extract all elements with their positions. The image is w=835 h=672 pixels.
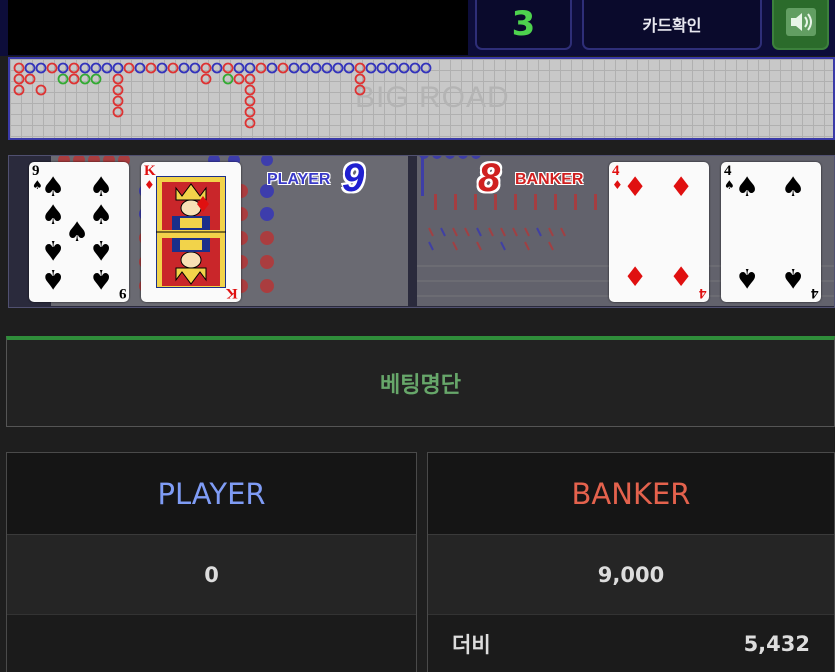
diamond-icon: ♦ bbox=[612, 178, 623, 192]
card-check-label: 카드확인 bbox=[642, 16, 702, 35]
spade-icon: ♠ bbox=[41, 172, 66, 203]
bet-list-header[interactable]: 베팅명단 bbox=[6, 336, 835, 427]
card-rank-bottom: K bbox=[226, 285, 238, 301]
sound-button[interactable] bbox=[772, 0, 829, 50]
diamond-icon: ♦ bbox=[669, 172, 694, 203]
spade-icon: ♠ bbox=[735, 172, 760, 203]
bettor-name: 더비 bbox=[452, 633, 491, 657]
player-column-header: PLAYER bbox=[7, 453, 416, 535]
banker-column-header: BANKER bbox=[428, 453, 834, 535]
road-row-top bbox=[13, 62, 432, 74]
player-card-1: 9 ♠ ♠ ♠ ♠ ♠ ♠ ♠ ♠ ♠ ♠ 9 bbox=[29, 162, 129, 302]
spade-icon: ♠ bbox=[781, 262, 806, 293]
big-road-marks bbox=[13, 62, 432, 129]
round-number: 3 bbox=[511, 4, 536, 44]
spade-icon: ♠ bbox=[41, 200, 66, 231]
banker-score: 8 bbox=[478, 156, 501, 200]
bet-amount: 5,432 bbox=[743, 632, 810, 656]
player-label: PLAYER bbox=[267, 171, 331, 188]
spade-icon: ♠ bbox=[89, 172, 114, 203]
card-rank-bottom: 9 bbox=[118, 285, 127, 301]
speaker-icon bbox=[785, 8, 816, 40]
spade-icon: ♠ bbox=[735, 262, 760, 293]
player-score: 9 bbox=[342, 156, 365, 200]
king-face-icon bbox=[155, 175, 227, 292]
card-result-panel: 9 ♠ ♠ ♠ ♠ ♠ ♠ ♠ ♠ ♠ ♠ 9 K ♦ K PLAYER 9 8… bbox=[8, 155, 835, 308]
road-row-mid bbox=[13, 73, 366, 129]
spade-icon: ♠ bbox=[89, 200, 114, 231]
diamond-icon: ♦ bbox=[669, 262, 694, 293]
spade-icon: ♠ bbox=[89, 263, 114, 294]
round-counter: 3 bbox=[475, 0, 572, 50]
top-bar: 3 카드확인 bbox=[0, 0, 835, 56]
card-rank-bottom: 4 bbox=[810, 285, 819, 301]
player-total-value: 0 bbox=[204, 562, 219, 587]
spade-icon: ♠ bbox=[781, 172, 806, 203]
banker-label: BANKER bbox=[515, 171, 584, 188]
banker-total: 9,000 bbox=[428, 535, 834, 615]
bet-row: 더비 5,432 bbox=[428, 615, 834, 672]
banker-card-2: 4 ♠ ♠ ♠ ♠ ♠ 4 bbox=[721, 162, 821, 302]
banker-column-title: BANKER bbox=[571, 476, 691, 511]
card-rank-bottom: 4 bbox=[698, 285, 707, 301]
bet-list-title: 베팅명단 bbox=[380, 373, 461, 398]
road-decor bbox=[58, 156, 834, 297]
spade-icon: ♠ bbox=[89, 234, 114, 265]
card-check-button[interactable]: 카드확인 bbox=[582, 0, 762, 50]
spade-icon: ♠ bbox=[65, 217, 90, 248]
player-card-2: K ♦ K bbox=[141, 162, 241, 302]
banker-card-1: 4 ♦ ♦ ♦ ♦ ♦ 4 bbox=[609, 162, 709, 302]
player-column-title: PLAYER bbox=[157, 476, 266, 511]
banker-bet-list: 더비 5,432 bbox=[428, 615, 834, 672]
player-bet-column: PLAYER 0 bbox=[6, 452, 417, 672]
banker-bet-column: BANKER 9,000 더비 5,432 bbox=[427, 452, 835, 672]
spade-icon: ♠ bbox=[41, 234, 66, 265]
player-bet-list bbox=[7, 615, 416, 672]
card-rank: 4 bbox=[724, 163, 732, 179]
player-total: 0 bbox=[7, 535, 416, 615]
card-rank: 4 bbox=[612, 163, 620, 179]
diamond-icon: ♦ bbox=[623, 172, 648, 203]
banker-total-value: 9,000 bbox=[597, 562, 665, 587]
diamond-icon: ♦ bbox=[623, 262, 648, 293]
spade-icon: ♠ bbox=[41, 263, 66, 294]
video-area bbox=[8, 0, 468, 55]
big-road-board: BIG ROAD bbox=[8, 57, 835, 140]
card-rank: K bbox=[144, 163, 156, 179]
spade-icon: ♠ bbox=[724, 178, 735, 192]
diamond-icon: ♦ bbox=[144, 178, 155, 192]
card-rank: 9 bbox=[32, 163, 40, 179]
